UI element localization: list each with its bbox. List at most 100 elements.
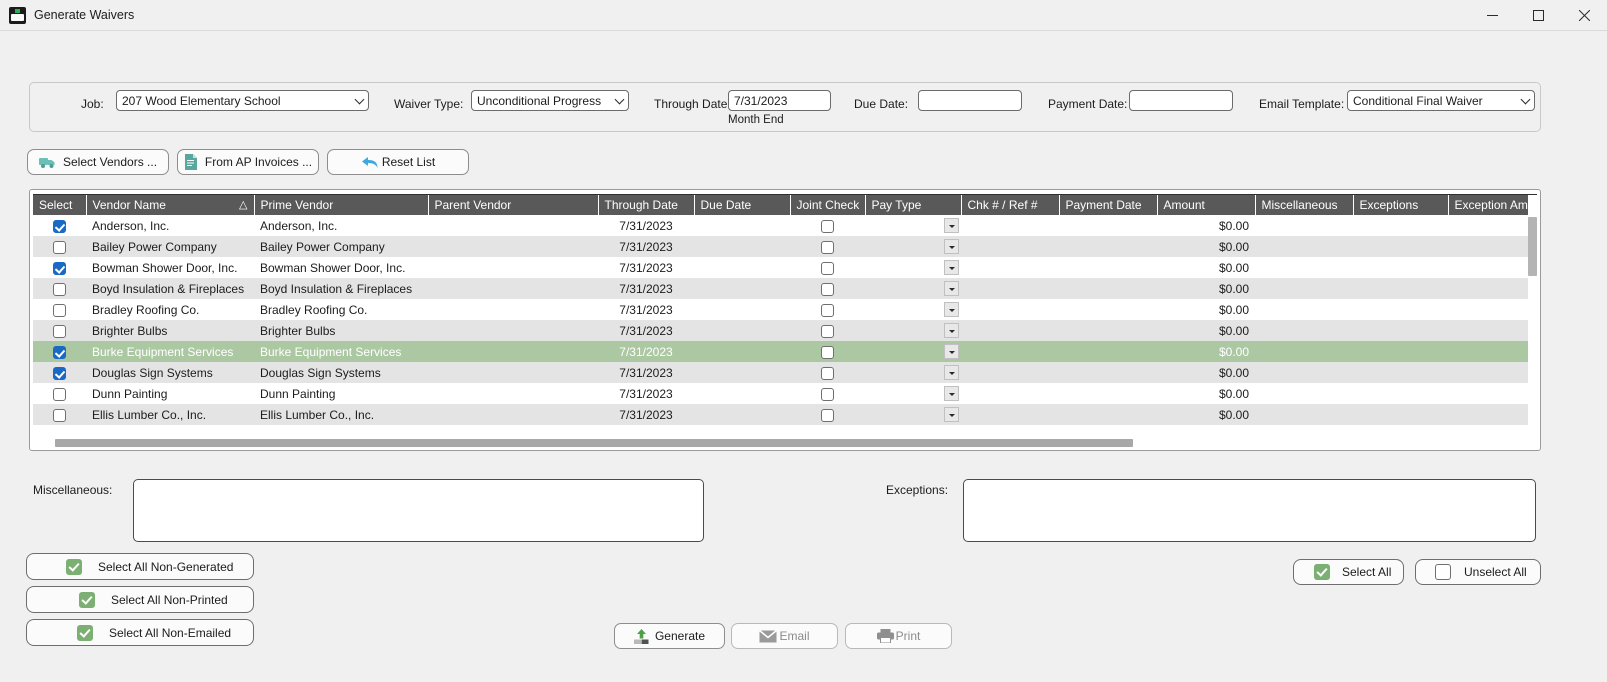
pay-type-dropdown-icon[interactable] bbox=[944, 218, 959, 234]
cell-payment-date[interactable] bbox=[1059, 278, 1157, 299]
row-joint-check-cell[interactable] bbox=[790, 404, 865, 425]
email-template-select[interactable]: Conditional Final Waiver bbox=[1347, 90, 1535, 111]
maximize-icon[interactable] bbox=[1515, 0, 1561, 31]
cell-miscellaneous[interactable] bbox=[1255, 278, 1353, 299]
col-header-payment-date[interactable]: Payment Date bbox=[1059, 195, 1158, 215]
select-vendors-button[interactable]: Select Vendors ... bbox=[27, 149, 169, 175]
cell-exception-amount[interactable] bbox=[1448, 278, 1537, 299]
row-joint-check-cell[interactable] bbox=[790, 215, 865, 236]
cell-amount[interactable]: $0.00 bbox=[1157, 215, 1255, 236]
cell-through-date[interactable]: 7/31/2023 bbox=[598, 341, 694, 362]
cell-chk-ref[interactable] bbox=[961, 362, 1059, 383]
cell-through-date[interactable]: 7/31/2023 bbox=[598, 362, 694, 383]
table-row[interactable]: Bradley Roofing Co. Bradley Roofing Co. 7/… bbox=[33, 299, 1537, 320]
cell-pay-type[interactable] bbox=[865, 236, 961, 257]
email-button[interactable]: Email bbox=[731, 623, 838, 649]
checkbox-unchecked-icon[interactable] bbox=[53, 303, 66, 317]
cell-chk-ref[interactable] bbox=[961, 320, 1059, 341]
cell-exceptions[interactable] bbox=[1353, 383, 1448, 404]
cell-miscellaneous[interactable] bbox=[1255, 383, 1353, 404]
cell-due-date[interactable] bbox=[694, 404, 790, 425]
select-all-button[interactable]: Select All bbox=[1293, 559, 1404, 585]
cell-amount[interactable]: $0.00 bbox=[1157, 341, 1255, 362]
cell-through-date[interactable]: 7/31/2023 bbox=[598, 320, 694, 341]
due-date-input[interactable] bbox=[918, 90, 1022, 111]
cell-payment-date[interactable] bbox=[1059, 236, 1157, 257]
cell-payment-date[interactable] bbox=[1059, 320, 1157, 341]
payment-date-input[interactable] bbox=[1129, 90, 1233, 111]
checkbox-unchecked-icon[interactable] bbox=[53, 408, 66, 422]
minimize-icon[interactable] bbox=[1469, 0, 1515, 31]
checkbox-unchecked-icon[interactable] bbox=[53, 387, 66, 401]
cell-miscellaneous[interactable] bbox=[1255, 404, 1353, 425]
col-header-amount[interactable]: Amount bbox=[1157, 195, 1256, 215]
cell-payment-date[interactable] bbox=[1059, 341, 1157, 362]
cell-exception-amount[interactable] bbox=[1448, 215, 1537, 236]
col-header-prime-vendor[interactable]: Prime Vendor bbox=[254, 195, 429, 215]
cell-through-date[interactable]: 7/31/2023 bbox=[598, 236, 694, 257]
cell-due-date[interactable] bbox=[694, 320, 790, 341]
from-ap-invoices-button[interactable]: From AP Invoices ... bbox=[177, 149, 319, 175]
pay-type-dropdown-icon[interactable] bbox=[944, 239, 959, 255]
cell-chk-ref[interactable] bbox=[961, 236, 1059, 257]
checkbox-unchecked-icon[interactable] bbox=[821, 219, 834, 233]
cell-miscellaneous[interactable] bbox=[1255, 257, 1353, 278]
select-all-non-emailed-button[interactable]: Select All Non-Emailed bbox=[26, 619, 254, 646]
pay-type-dropdown-icon[interactable] bbox=[944, 407, 959, 423]
cell-amount[interactable]: $0.00 bbox=[1157, 320, 1255, 341]
cell-miscellaneous[interactable] bbox=[1255, 215, 1353, 236]
checkbox-unchecked-icon[interactable] bbox=[821, 324, 834, 338]
miscellaneous-textarea[interactable] bbox=[133, 479, 704, 542]
cell-due-date[interactable] bbox=[694, 341, 790, 362]
cell-exception-amount[interactable] bbox=[1448, 257, 1537, 278]
col-header-parent-vendor[interactable]: Parent Vendor bbox=[428, 195, 599, 215]
cell-chk-ref[interactable] bbox=[961, 341, 1059, 362]
checkbox-unchecked-icon[interactable] bbox=[821, 387, 834, 401]
cell-exception-amount[interactable] bbox=[1448, 299, 1537, 320]
cell-amount[interactable]: $0.00 bbox=[1157, 236, 1255, 257]
checkbox-unchecked-icon[interactable] bbox=[53, 324, 66, 338]
checkbox-checked-icon[interactable] bbox=[53, 345, 66, 359]
cell-amount[interactable]: $0.00 bbox=[1157, 362, 1255, 383]
unselect-all-button[interactable]: Unselect All bbox=[1415, 559, 1541, 585]
cell-payment-date[interactable] bbox=[1059, 362, 1157, 383]
row-select-checkbox-cell[interactable] bbox=[33, 404, 86, 425]
waiver-type-select[interactable]: Unconditional Progress bbox=[471, 90, 629, 111]
cell-pay-type[interactable] bbox=[865, 383, 961, 404]
cell-payment-date[interactable] bbox=[1059, 257, 1157, 278]
col-header-select[interactable]: Select bbox=[33, 195, 87, 215]
row-select-checkbox-cell[interactable] bbox=[33, 383, 86, 404]
col-header-chk-ref[interactable]: Chk # / Ref # bbox=[961, 195, 1060, 215]
table-row[interactable]: Anderson, Inc. Anderson, Inc. 7/31/2023 $0.… bbox=[33, 215, 1537, 236]
grid-horizontal-scroll-thumb[interactable] bbox=[55, 439, 1133, 447]
cell-due-date[interactable] bbox=[694, 362, 790, 383]
cell-amount[interactable]: $0.00 bbox=[1157, 278, 1255, 299]
row-joint-check-cell[interactable] bbox=[790, 236, 865, 257]
checkbox-checked-icon[interactable] bbox=[53, 261, 66, 275]
cell-due-date[interactable] bbox=[694, 257, 790, 278]
cell-exception-amount[interactable] bbox=[1448, 362, 1537, 383]
cell-pay-type[interactable] bbox=[865, 341, 961, 362]
cell-miscellaneous[interactable] bbox=[1255, 299, 1353, 320]
checkbox-checked-icon[interactable] bbox=[53, 366, 66, 380]
cell-chk-ref[interactable] bbox=[961, 404, 1059, 425]
cell-miscellaneous[interactable] bbox=[1255, 362, 1353, 383]
cell-pay-type[interactable] bbox=[865, 278, 961, 299]
cell-payment-date[interactable] bbox=[1059, 215, 1157, 236]
cell-miscellaneous[interactable] bbox=[1255, 236, 1353, 257]
table-row[interactable]: Bowman Shower Door, Inc. Bowman Shower Do… bbox=[33, 257, 1537, 278]
cell-pay-type[interactable] bbox=[865, 362, 961, 383]
row-joint-check-cell[interactable] bbox=[790, 362, 865, 383]
cell-through-date[interactable]: 7/31/2023 bbox=[598, 383, 694, 404]
checkbox-unchecked-icon[interactable] bbox=[53, 282, 66, 296]
cell-exceptions[interactable] bbox=[1353, 299, 1448, 320]
cell-exception-amount[interactable] bbox=[1448, 383, 1537, 404]
checkbox-unchecked-icon[interactable] bbox=[821, 282, 834, 296]
row-select-checkbox-cell[interactable] bbox=[33, 320, 86, 341]
row-joint-check-cell[interactable] bbox=[790, 383, 865, 404]
pay-type-dropdown-icon[interactable] bbox=[944, 344, 959, 360]
table-row[interactable]: Brighter Bulbs Brighter Bulbs 7/31/2023 $0.… bbox=[33, 320, 1537, 341]
cell-pay-type[interactable] bbox=[865, 215, 961, 236]
cell-due-date[interactable] bbox=[694, 278, 790, 299]
cell-chk-ref[interactable] bbox=[961, 215, 1059, 236]
